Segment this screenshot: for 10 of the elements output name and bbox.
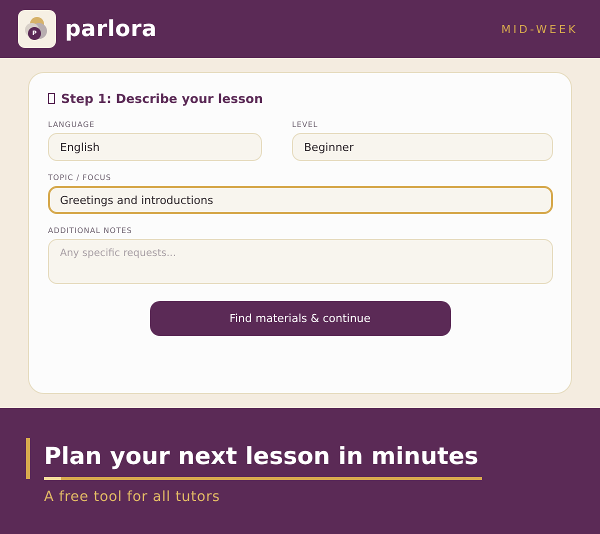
hero-subtitle: A free tool for all tutors: [44, 489, 222, 505]
input-field[interactable]: Greetings and introductions: [48, 186, 553, 214]
continue-button[interactable]: Find materials & continue: [150, 301, 450, 336]
hero-title: Plan your next lesson in minutes: [44, 441, 480, 472]
placeholder-icon: [48, 93, 55, 104]
card-title: Step 1: Describe your lesson: [61, 91, 264, 106]
input-field[interactable]: English: [48, 133, 262, 161]
brand-name: parlora: [65, 16, 157, 42]
input-field[interactable]: Beginner: [292, 133, 553, 161]
header-tag: MID-WEEK: [501, 22, 578, 36]
